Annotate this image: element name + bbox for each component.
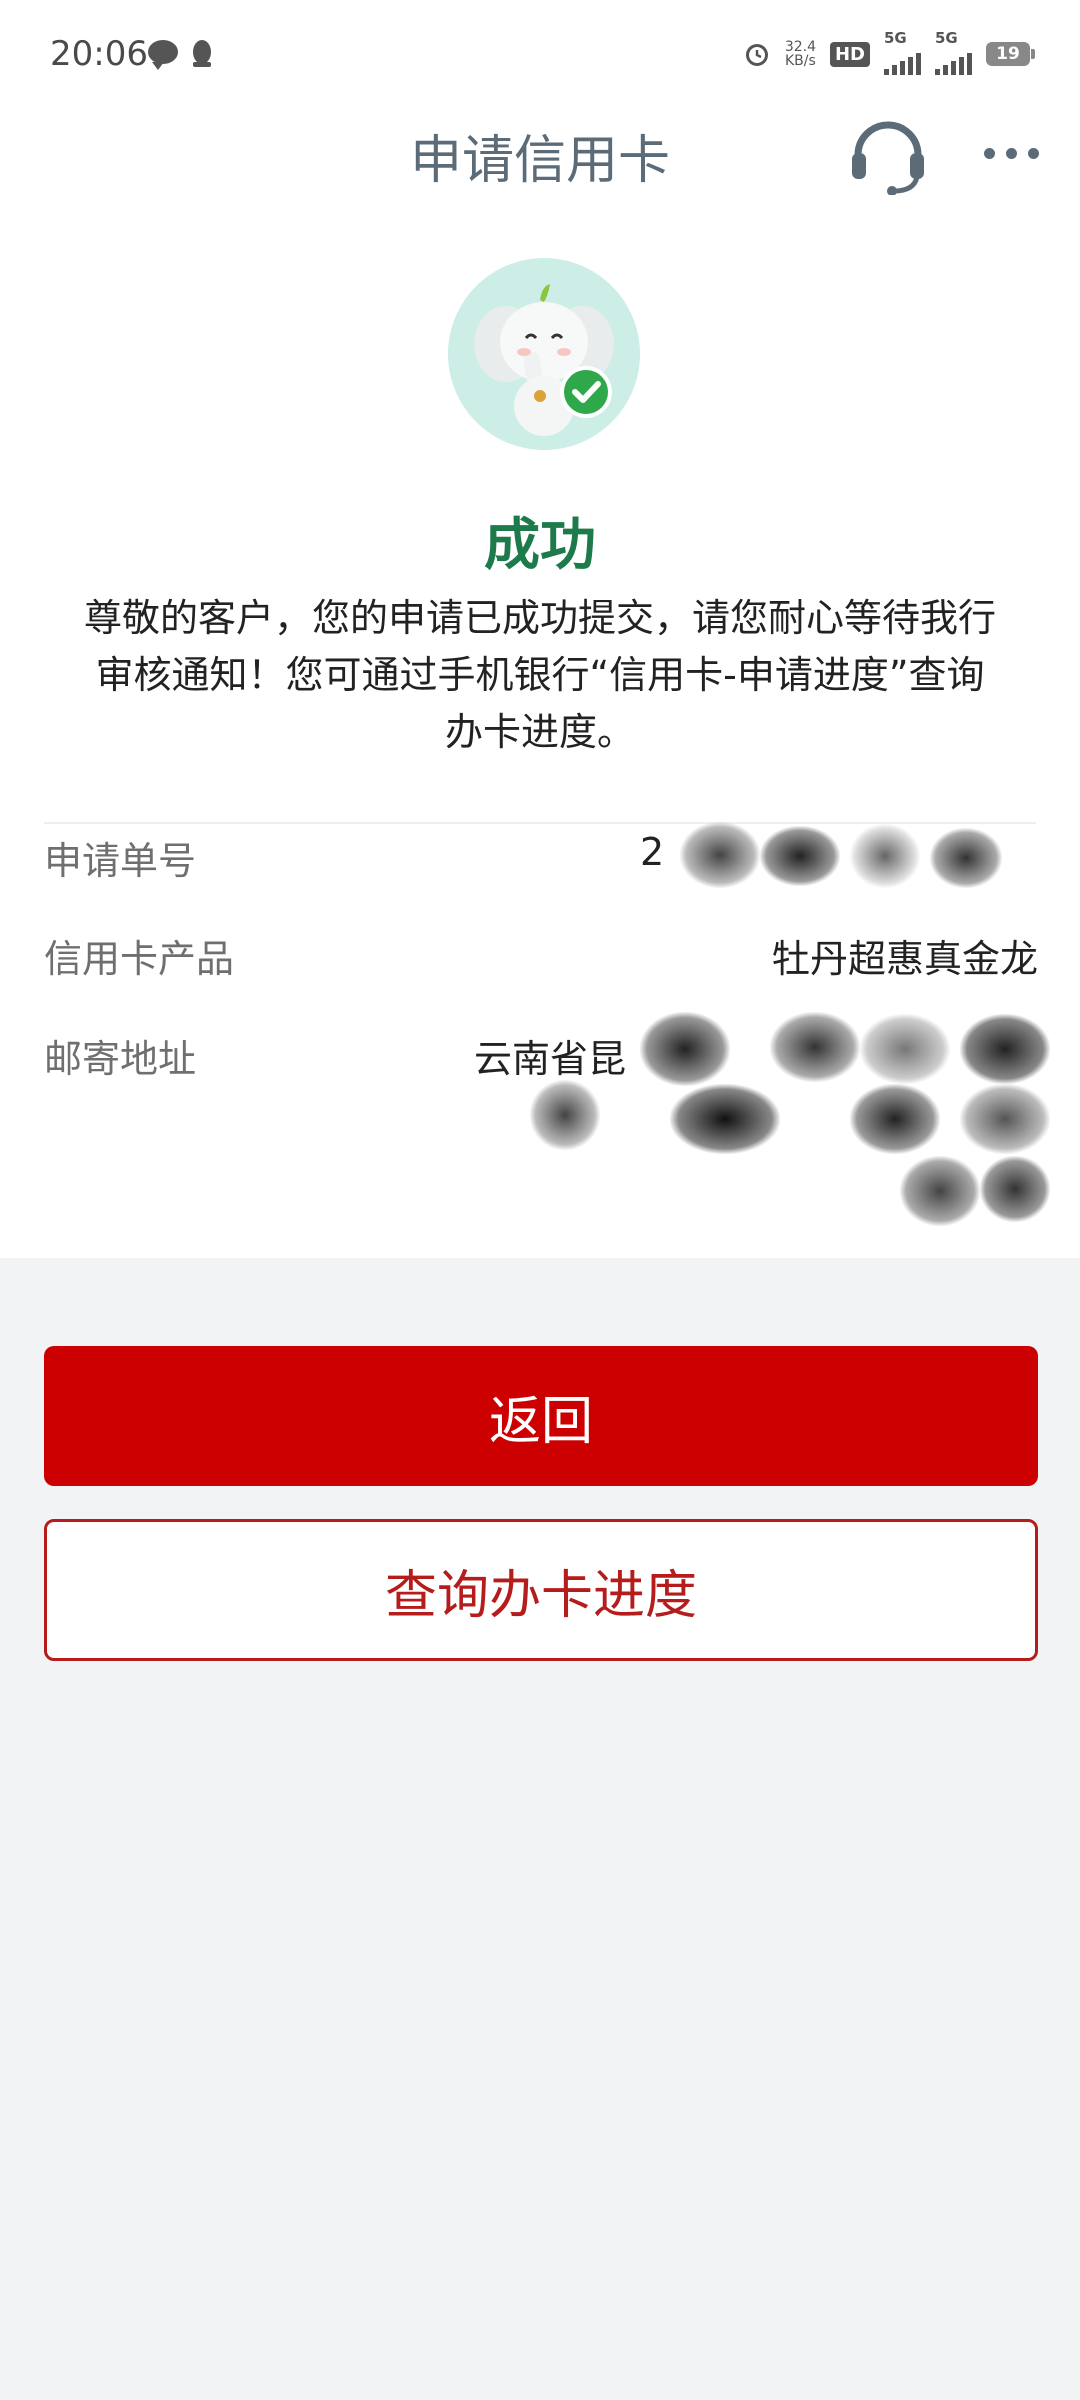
headset-icon[interactable] xyxy=(848,115,928,195)
success-message: 尊敬的客户，您的申请已成功提交，请您耐心等待我行审核通知！您可通过手机银行“信用… xyxy=(83,596,996,754)
application-number-value: 2 xyxy=(640,830,665,874)
success-title: 成功 xyxy=(484,513,596,578)
hd-voice-badge: HD xyxy=(829,41,870,67)
network-speed-value: 32.4 xyxy=(784,39,816,55)
signal-2-label: 5G xyxy=(935,29,958,47)
signal-icon-1: 5G xyxy=(884,29,921,75)
mailing-address-label: 邮寄地址 xyxy=(44,1037,197,1081)
application-number-label: 申请单号 xyxy=(44,839,197,883)
status-bar: 20:06 32.4 KB/s HD 5G 5G 19 xyxy=(0,0,1080,110)
status-right-group: 32.4 KB/s HD 5G 5G 19 xyxy=(743,29,1035,75)
back-button[interactable]: 返回 xyxy=(44,1346,1038,1486)
elephant-mascot-icon xyxy=(448,258,640,450)
more-icon[interactable] xyxy=(984,148,1039,159)
status-time: 20:06 xyxy=(50,34,148,74)
qq-penguin-icon xyxy=(193,40,211,67)
query-progress-button[interactable]: 查询办卡进度 xyxy=(44,1519,1038,1661)
signal-icon-2: 5G xyxy=(935,29,972,75)
alarm-icon xyxy=(745,44,768,66)
signal-1-label: 5G xyxy=(884,29,907,47)
network-speed-unit: KB/s xyxy=(785,53,816,69)
battery-icon: 19 xyxy=(986,42,1035,66)
mailing-address-value: 云南省昆 xyxy=(474,1037,627,1081)
message-icon xyxy=(148,40,178,70)
network-speed: 32.4 KB/s xyxy=(785,40,816,68)
card-product-label: 信用卡产品 xyxy=(44,937,235,981)
card-product-value: 牡丹超惠真金龙 xyxy=(771,937,1038,981)
